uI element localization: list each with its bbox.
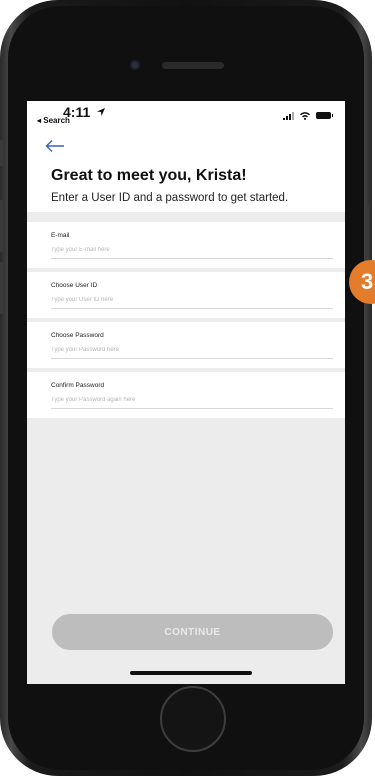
confirm-password-field-group: Confirm Password <box>27 368 345 418</box>
wifi-icon <box>300 112 310 120</box>
home-button[interactable] <box>160 686 226 752</box>
status-icons <box>283 111 333 120</box>
battery-icon <box>316 112 333 119</box>
user-id-field[interactable] <box>51 297 333 309</box>
phone-frame: ◂ Search 4:11 Great to meet you, Krista!… <box>0 0 372 776</box>
app-screen: ◂ Search 4:11 Great to meet you, Krista!… <box>27 101 345 684</box>
password-label: Choose Password <box>51 332 104 339</box>
user-id-label: Choose User ID <box>51 282 98 289</box>
earpiece-speaker <box>162 62 224 69</box>
cellular-signal-icon <box>283 111 294 120</box>
password-field-group: Choose Password <box>27 318 345 368</box>
front-camera <box>130 60 140 70</box>
registration-form: E-mail Choose User ID Choose Password Co… <box>27 218 345 418</box>
volume-up-button <box>0 200 3 252</box>
confirm-password-field[interactable] <box>51 397 333 409</box>
back-arrow-icon[interactable] <box>45 139 65 153</box>
page-subtitle: Enter a User ID and a password to get st… <box>51 192 289 204</box>
page-header: Great to meet you, Krista! Enter a User … <box>27 131 345 212</box>
page-title: Great to meet you, Krista! <box>51 167 247 184</box>
confirm-password-label: Confirm Password <box>51 382 105 389</box>
email-field-group: E-mail <box>27 218 345 268</box>
continue-button[interactable]: CONTINUE <box>52 614 333 650</box>
password-field[interactable] <box>51 347 333 359</box>
home-indicator <box>130 671 252 675</box>
status-bar: ◂ Search 4:11 <box>27 101 345 131</box>
email-label: E-mail <box>51 232 70 239</box>
volume-down-button <box>0 262 3 314</box>
user-id-field-group: Choose User ID <box>27 268 345 318</box>
email-field[interactable] <box>51 247 333 259</box>
mute-switch <box>0 140 3 166</box>
location-arrow-icon <box>97 108 105 116</box>
status-time: 4:11 <box>63 104 91 120</box>
